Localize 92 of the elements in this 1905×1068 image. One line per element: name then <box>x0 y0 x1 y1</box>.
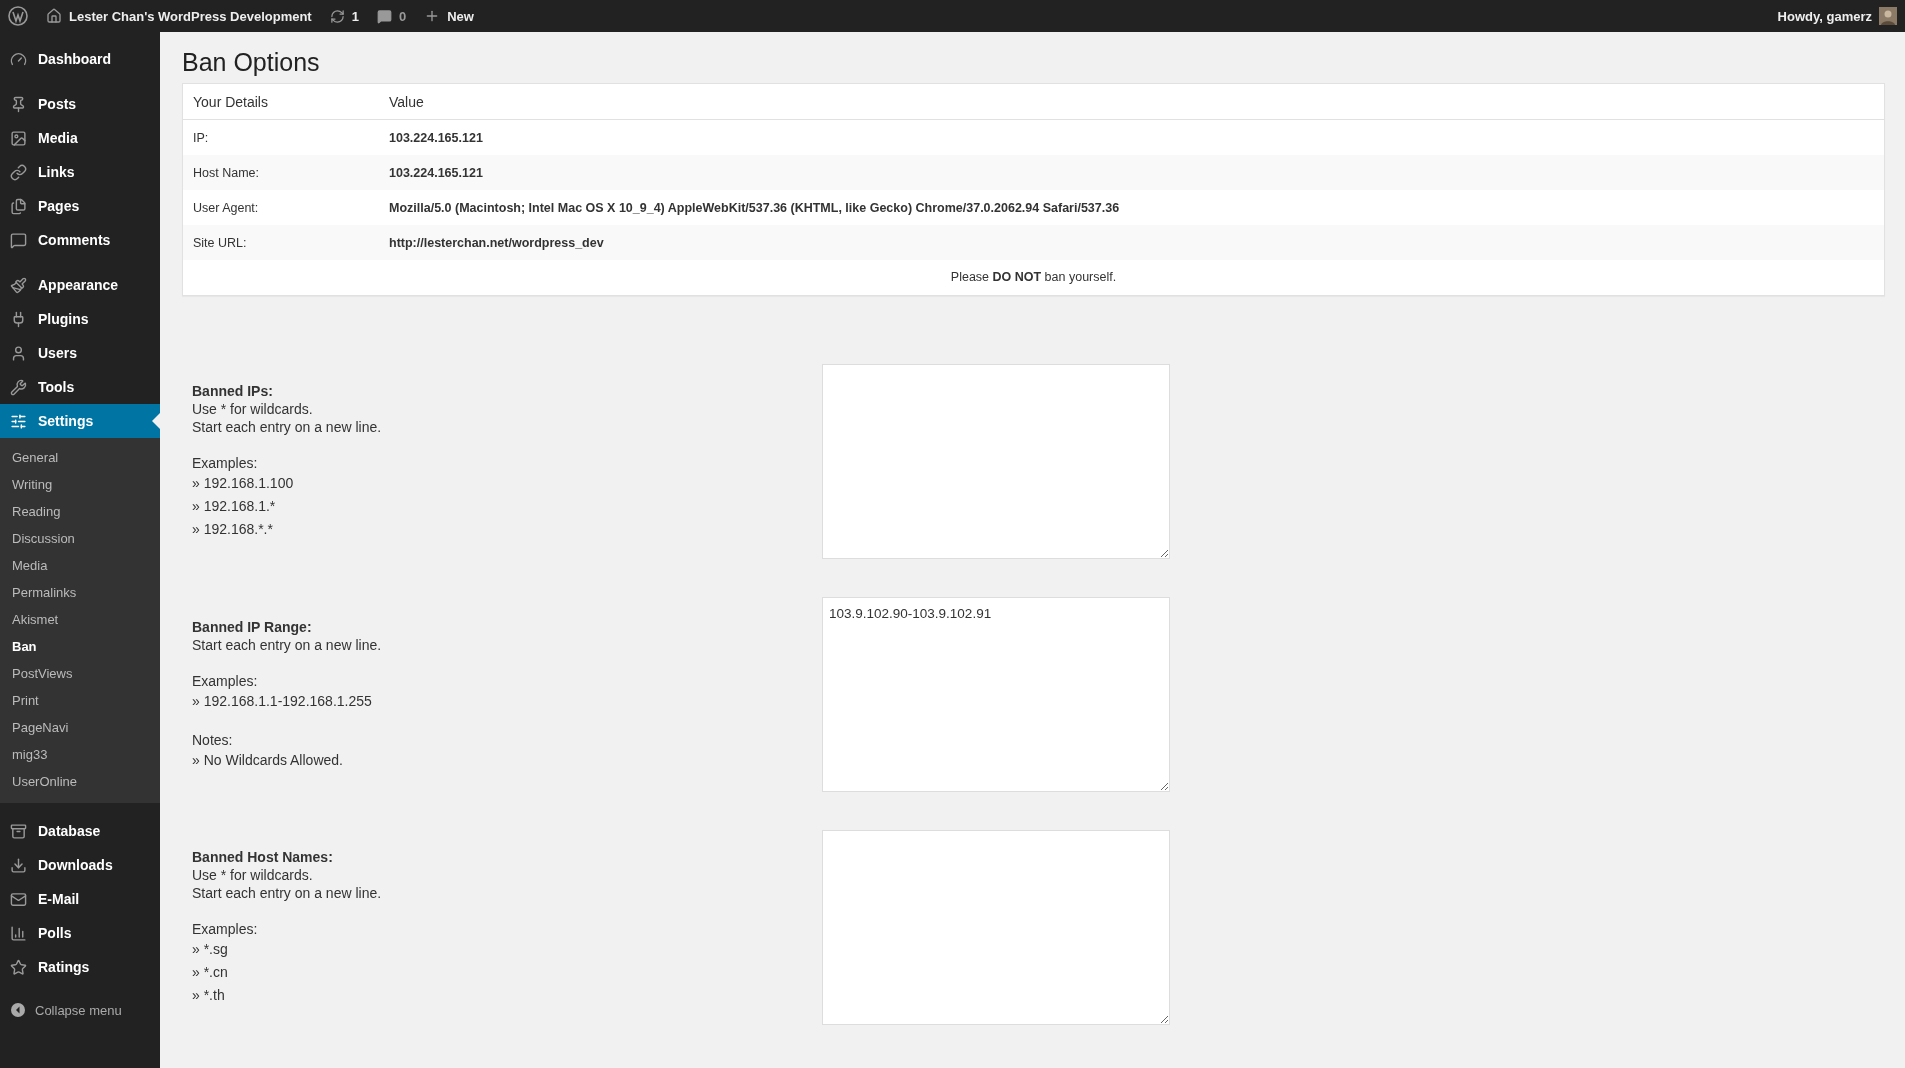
table-cell-text: 103.224.165.121 <box>388 130 484 145</box>
table-cell-text: 103.224.165.121 <box>388 165 484 180</box>
wrench-icon <box>10 378 27 396</box>
table-cell-text: User Agent: <box>192 200 260 215</box>
section-heading: Examples: <box>192 671 259 690</box>
submenu-item[interactable]: Akismet <box>0 606 160 633</box>
download-icon <box>10 856 27 874</box>
example-text: » 192.168.1.1-192.168.1.255 <box>192 691 373 711</box>
help-text: Use * for wildcards. <box>192 866 314 884</box>
collapse-icon <box>10 1002 26 1018</box>
help-text: Start each entry on a new line. <box>192 884 383 902</box>
help-text: Start each entry on a new line. <box>192 418 383 436</box>
wordpress-logo-icon[interactable] <box>8 6 28 26</box>
warning-text: Please DO NOT ban yourself. <box>950 270 1117 284</box>
table-cell-text: Host Name: <box>192 165 260 180</box>
example-text: » 192.168.1.* <box>192 497 277 516</box>
speech-bubble-icon <box>376 8 392 24</box>
pointer-icon <box>152 413 160 429</box>
example-text: » *.cn <box>192 963 229 982</box>
collapse-menu-button[interactable]: Collapse menu <box>0 995 160 1025</box>
table-cell-text: http://lesterchan.net/wordpress_dev <box>388 235 605 250</box>
submenu-item[interactable]: Writing <box>0 471 160 498</box>
input-field[interactable] <box>822 364 1170 559</box>
new-link[interactable]: New <box>424 8 474 24</box>
help-text: Use * for wildcards. <box>192 400 314 418</box>
page-title: Ban Options <box>182 48 321 77</box>
example-text: » 192.168.1.100 <box>192 474 295 493</box>
sidebar-item[interactable]: Ratings <box>0 950 160 984</box>
sliders-icon <box>10 412 27 430</box>
sidebar-item[interactable]: Polls <box>0 916 160 950</box>
column-header: Your Details <box>192 93 269 110</box>
paintbrush-icon <box>10 276 27 294</box>
sidebar-item[interactable]: Downloads <box>0 848 160 882</box>
submenu-item[interactable]: Reading <box>0 498 160 525</box>
sidebar-item[interactable]: Posts <box>0 87 160 121</box>
section-heading: Examples: <box>192 920 259 938</box>
sidebar-item[interactable]: Comments <box>0 223 160 257</box>
updates-link[interactable]: 1 <box>329 8 359 24</box>
sidebar-item[interactable]: E-Mail <box>0 882 160 916</box>
pin-icon <box>10 95 27 113</box>
example-text: » *.sg <box>192 940 229 959</box>
avatar-icon <box>1879 7 1897 25</box>
column-header: Value <box>388 93 425 110</box>
field-title: Banned IP Range: <box>192 617 313 636</box>
speech-bubble-icon <box>10 231 27 249</box>
submenu-item[interactable]: Media <box>0 552 160 579</box>
input-field[interactable] <box>822 830 1170 1025</box>
example-text: » *.th <box>192 986 226 1005</box>
input-field[interactable]: 103.9.102.90-103.9.102.91 <box>822 597 1170 792</box>
submenu-item[interactable]: General <box>0 444 160 471</box>
sidebar-item[interactable]: Media <box>0 121 160 155</box>
refresh-icon <box>329 8 345 24</box>
account-link[interactable]: Howdy, gamerz <box>1777 7 1897 25</box>
section-heading: Examples: <box>192 454 259 472</box>
table-cell-text: Site URL: <box>192 235 248 250</box>
pages-icon <box>10 197 27 215</box>
site-name-link[interactable]: Lester Chan's WordPress Development <box>46 8 312 24</box>
submenu-item[interactable]: Ban <box>0 633 160 660</box>
help-text: Start each entry on a new line. <box>192 635 383 654</box>
sidebar-item[interactable]: Links <box>0 155 160 189</box>
user-icon <box>10 344 27 362</box>
bar-chart-icon <box>10 924 27 942</box>
example-text: » No Wildcards Allowed. <box>192 750 344 770</box>
sidebar-item[interactable]: Pages <box>0 189 160 223</box>
table-cell-text: Mozilla/5.0 (Macintosh; Intel Mac OS X 10_9_4) AppleWebKit/537.36 (KHTML, like Gecko) Chrome/37.0.2062.94 Safari/537.36 <box>388 200 1121 215</box>
sidebar-item[interactable]: Users <box>0 336 160 370</box>
sidebar-item[interactable]: Dashboard <box>0 42 160 76</box>
image-icon <box>10 129 27 147</box>
submenu-item[interactable]: PageNavi <box>0 714 160 741</box>
submenu-item[interactable]: PostViews <box>0 660 160 687</box>
sidebar-item[interactable]: Appearance <box>0 268 160 302</box>
submenu-item[interactable]: UserOnline <box>0 768 160 795</box>
envelope-icon <box>10 890 27 908</box>
submenu-item[interactable]: mig33 <box>0 741 160 768</box>
example-text: » 192.168.*.* <box>192 520 274 539</box>
archive-icon <box>10 822 27 840</box>
table-cell-text: IP: <box>192 130 210 145</box>
star-icon <box>10 958 27 976</box>
comments-link[interactable]: 0 <box>376 8 407 24</box>
submenu-item[interactable]: Print <box>0 687 160 714</box>
field-title: Banned Host Names: <box>192 848 334 866</box>
section-heading: Notes: <box>192 730 234 749</box>
sidebar-item[interactable]: Database <box>0 814 160 848</box>
link-icon <box>10 163 27 181</box>
home-icon <box>46 8 62 24</box>
sidebar-item[interactable]: Settings <box>0 404 160 438</box>
field-title: Banned IPs: <box>192 382 274 400</box>
submenu-item[interactable]: Discussion <box>0 525 160 552</box>
sidebar-item[interactable]: Plugins <box>0 302 160 336</box>
sidebar-item[interactable]: Tools <box>0 370 160 404</box>
submenu-item[interactable]: Permalinks <box>0 579 160 606</box>
gauge-icon <box>10 50 27 68</box>
